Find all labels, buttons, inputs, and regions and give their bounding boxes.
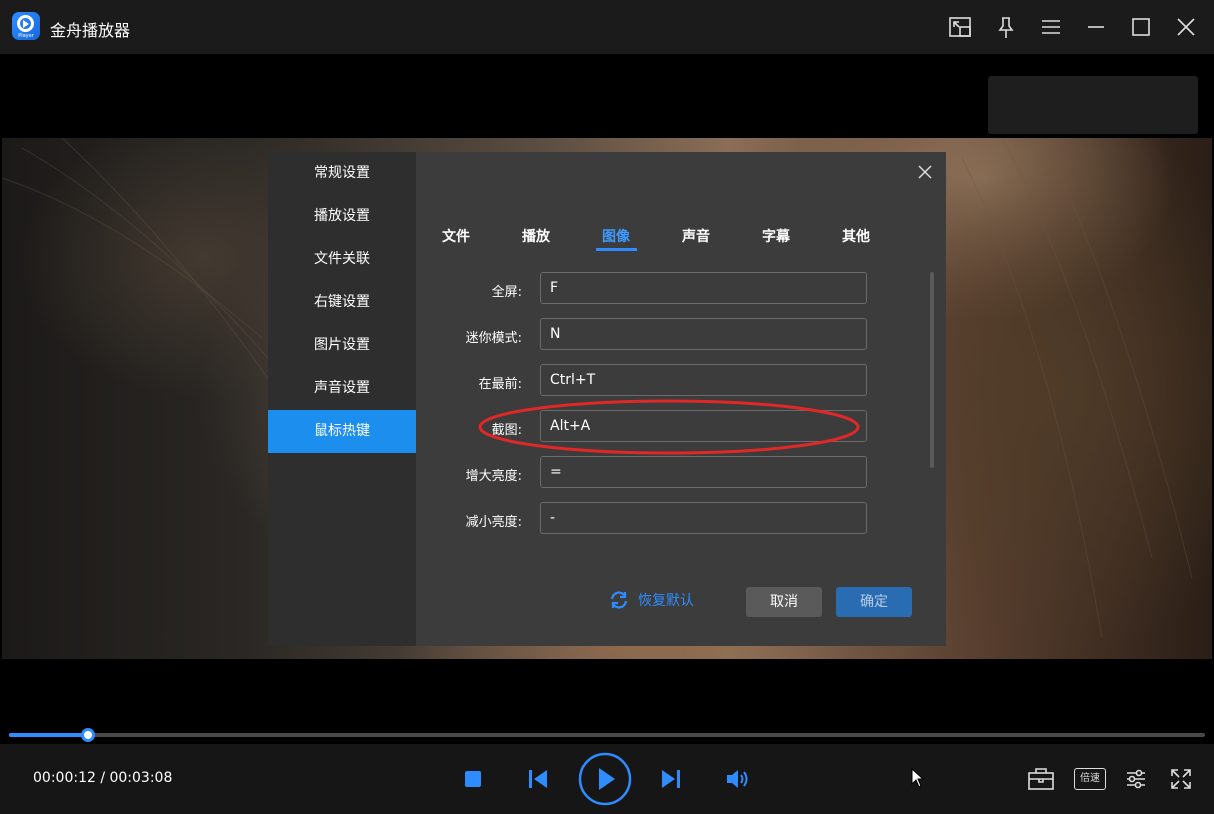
refresh-icon (610, 591, 628, 609)
dialog-close-icon[interactable] (916, 163, 934, 181)
mouse-cursor-icon (911, 768, 925, 788)
dialog-scrollbar[interactable] (930, 272, 934, 468)
next-icon[interactable] (660, 768, 682, 790)
settings-sidebar: 常规设置 播放设置 文件关联 右键设置 图片设置 声音设置 鼠标热键 (268, 152, 416, 646)
tab-playback[interactable]: 播放 (522, 226, 550, 246)
restore-defaults-label: 恢复默认 (638, 593, 694, 609)
cancel-button[interactable]: 取消 (746, 587, 822, 617)
progress-bar[interactable] (9, 728, 1205, 742)
picture-in-picture-icon[interactable] (947, 14, 973, 40)
highlight-annotation (478, 399, 860, 455)
tab-subtitle[interactable]: 字幕 (762, 226, 790, 246)
previous-icon[interactable] (527, 768, 549, 790)
volume-icon[interactable] (725, 768, 749, 790)
progress-handle[interactable] (80, 728, 95, 742)
progress-fill (9, 733, 88, 737)
hotkey-input-brightness-up[interactable]: = (540, 456, 867, 488)
tab-file[interactable]: 文件 (442, 226, 470, 246)
play-button[interactable] (578, 752, 632, 806)
ok-button[interactable]: 确定 (836, 587, 912, 617)
active-tab-indicator (596, 248, 637, 251)
minimize-icon[interactable] (1083, 14, 1109, 40)
title-bar: Player 金舟播放器 (0, 0, 1214, 54)
tab-image[interactable]: 图像 (602, 226, 630, 246)
equalizer-settings-icon[interactable] (1124, 767, 1148, 791)
sidebar-item-audio[interactable]: 声音设置 (268, 367, 416, 410)
sidebar-item-hotkeys[interactable]: 鼠标热键 (268, 410, 416, 453)
pin-icon[interactable] (993, 14, 1019, 40)
close-icon[interactable] (1173, 14, 1199, 40)
hotkey-input-mini-mode[interactable]: N (540, 318, 867, 350)
fullscreen-icon[interactable] (1169, 767, 1193, 791)
sidebar-item-playback[interactable]: 播放设置 (268, 195, 416, 238)
maximize-icon[interactable] (1128, 14, 1154, 40)
speed-button[interactable]: 倍速 (1074, 768, 1106, 790)
stop-icon[interactable] (463, 769, 483, 789)
sidebar-item-file-association[interactable]: 文件关联 (268, 238, 416, 281)
hotkey-input-fullscreen[interactable]: F (540, 272, 867, 304)
restore-defaults-button[interactable]: 恢复默认 (608, 588, 694, 612)
app-logo-text: Player (18, 33, 34, 39)
video-letterbox-bottom (0, 659, 1214, 729)
sidebar-item-general[interactable]: 常规设置 (268, 152, 416, 195)
app-title: 金舟播放器 (50, 21, 131, 40)
sidebar-item-image[interactable]: 图片设置 (268, 324, 416, 367)
hotkey-input-brightness-down[interactable]: - (540, 502, 867, 534)
toolbox-icon[interactable] (1027, 766, 1055, 792)
hotkey-label-always-on-top: 在最前: (478, 377, 522, 392)
hotkey-label-mini-mode: 迷你模式: (465, 331, 522, 346)
overlay-panel (988, 76, 1198, 134)
hotkey-label-brightness-up: 增大亮度: (465, 469, 522, 484)
time-display: 00:00:12 / 00:03:08 (33, 770, 173, 786)
tab-other[interactable]: 其他 (842, 226, 870, 246)
app-logo-icon: Player (12, 12, 40, 40)
control-bar: 00:00:12 / 00:03:08 倍速 (0, 744, 1214, 814)
menu-icon[interactable] (1038, 14, 1064, 40)
sidebar-item-context-menu[interactable]: 右键设置 (268, 281, 416, 324)
tab-audio[interactable]: 声音 (682, 226, 710, 246)
hotkey-label-fullscreen: 全屏: (491, 285, 522, 300)
hotkey-label-brightness-down: 减小亮度: (465, 515, 522, 530)
hotkey-input-always-on-top[interactable]: Ctrl+T (540, 364, 867, 396)
